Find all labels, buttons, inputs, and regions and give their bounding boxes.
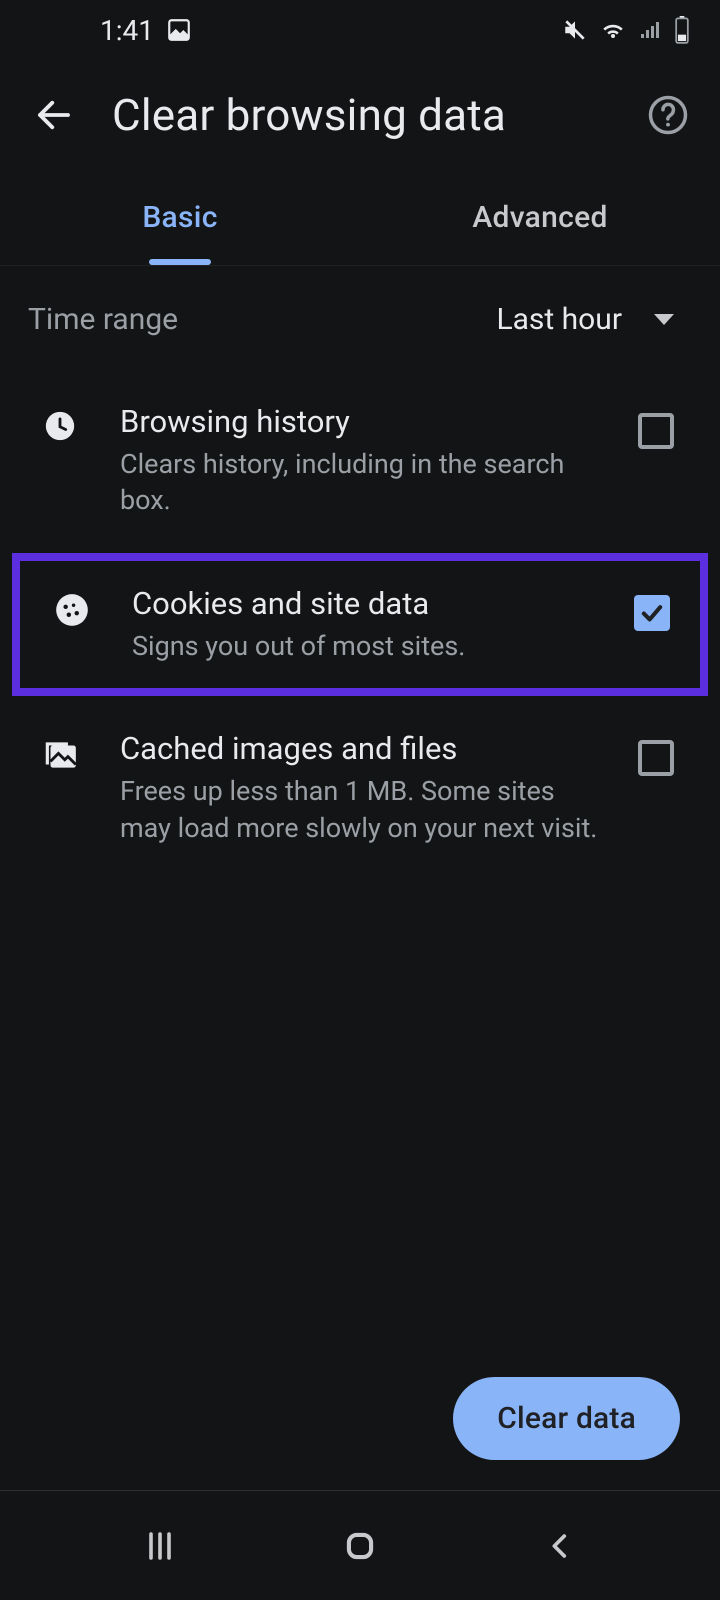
clock-icon — [0, 403, 120, 443]
status-bar: 1:41 — [0, 0, 720, 60]
system-nav-bar — [0, 1490, 720, 1600]
chevron-left-icon — [543, 1529, 577, 1563]
row-title: Cookies and site data — [132, 585, 600, 622]
tab-basic-label: Basic — [142, 200, 217, 235]
row-browsing-history[interactable]: Browsing history Clears history, includi… — [0, 377, 720, 545]
back-button[interactable] — [24, 85, 84, 145]
row-body: Cookies and site data Signs you out of m… — [132, 585, 616, 664]
home-button[interactable] — [320, 1516, 400, 1576]
picture-icon — [166, 17, 192, 43]
help-button[interactable] — [640, 87, 696, 143]
cookie-icon — [12, 585, 132, 629]
time-range-value: Last hour — [496, 302, 622, 337]
row-body: Cached images and files Frees up less th… — [120, 730, 620, 846]
time-range-select[interactable]: Last hour — [496, 302, 674, 337]
page-title: Clear browsing data — [84, 89, 640, 141]
home-icon — [341, 1527, 379, 1565]
checkbox-unchecked[interactable] — [638, 740, 674, 776]
signal-icon — [638, 18, 664, 42]
row-cookies-site-data[interactable]: Cookies and site data Signs you out of m… — [12, 553, 708, 696]
row-body: Browsing history Clears history, includi… — [120, 403, 620, 519]
row-subtitle: Frees up less than 1 MB. Some sites may … — [120, 773, 600, 846]
help-icon — [647, 94, 689, 136]
status-right — [562, 16, 690, 44]
checkbox-wrap[interactable] — [616, 585, 688, 631]
time-range-row[interactable]: Time range Last hour — [0, 266, 720, 373]
check-icon — [638, 599, 666, 627]
row-title: Cached images and files — [120, 730, 604, 767]
row-subtitle: Clears history, including in the search … — [120, 446, 600, 519]
recents-button[interactable] — [120, 1516, 200, 1576]
arrow-left-icon — [33, 94, 75, 136]
status-left: 1:41 — [100, 14, 192, 47]
checkbox-checked[interactable] — [634, 595, 670, 631]
wifi-icon — [598, 18, 628, 42]
app-bar: Clear browsing data — [0, 60, 720, 170]
time-range-label: Time range — [28, 302, 178, 337]
tab-advanced-label: Advanced — [472, 200, 607, 235]
recents-icon — [142, 1528, 178, 1564]
nav-back-button[interactable] — [520, 1516, 600, 1576]
tab-basic[interactable]: Basic — [0, 170, 360, 265]
checkbox-unchecked[interactable] — [638, 413, 674, 449]
data-type-list: Browsing history Clears history, includi… — [0, 373, 720, 876]
row-title: Browsing history — [120, 403, 604, 440]
images-icon — [0, 730, 120, 774]
battery-icon — [674, 16, 690, 44]
clear-data-button[interactable]: Clear data — [453, 1377, 680, 1460]
tab-advanced[interactable]: Advanced — [360, 170, 720, 265]
checkbox-wrap[interactable] — [620, 730, 692, 776]
clear-data-label: Clear data — [497, 1401, 636, 1436]
row-subtitle: Signs you out of most sites. — [132, 628, 600, 664]
mute-icon — [562, 17, 588, 43]
row-cached-images[interactable]: Cached images and files Frees up less th… — [0, 704, 720, 872]
checkbox-wrap[interactable] — [620, 403, 692, 449]
status-time: 1:41 — [100, 14, 154, 47]
tabs: Basic Advanced — [0, 170, 720, 266]
chevron-down-icon — [654, 314, 674, 325]
